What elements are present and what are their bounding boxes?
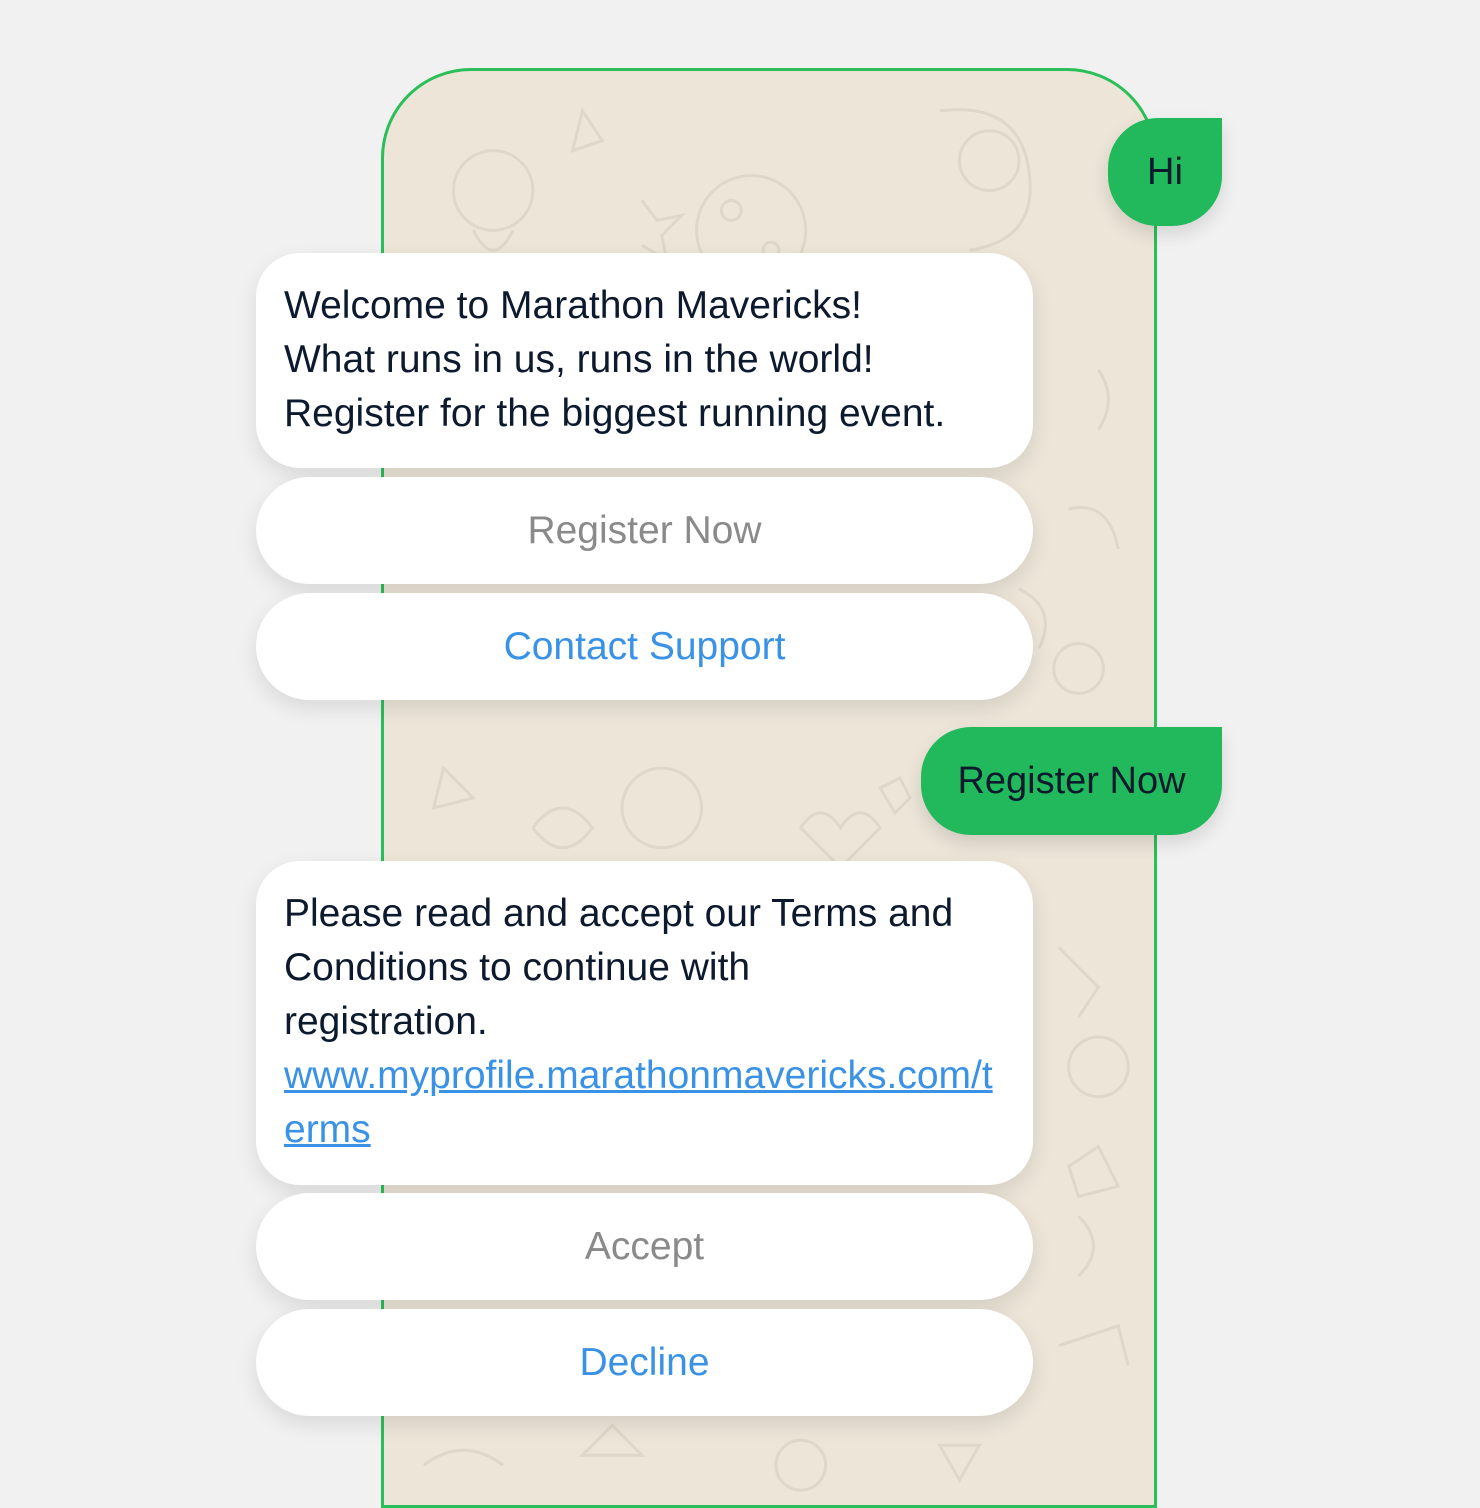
- message-line: Register for the biggest running event.: [284, 392, 946, 435]
- message-line: Welcome to Marathon Mavericks!: [284, 284, 862, 327]
- outgoing-message-register-now: Register Now: [921, 727, 1222, 835]
- message-line: registration.: [284, 1000, 488, 1043]
- message-line: Conditions to continue with: [284, 946, 751, 989]
- incoming-message-welcome: Welcome to Marathon Mavericks! What runs…: [256, 253, 1033, 468]
- decline-button[interactable]: Decline: [256, 1309, 1033, 1416]
- outgoing-message-hi: Hi: [1108, 118, 1222, 226]
- message-text: Register Now: [957, 759, 1186, 802]
- terms-link[interactable]: www.myprofile.marathonmavericks.com/term…: [284, 1049, 1005, 1157]
- message-line: Please read and accept our Terms and: [284, 892, 954, 935]
- accept-button[interactable]: Accept: [256, 1193, 1033, 1300]
- register-now-button[interactable]: Register Now: [256, 477, 1033, 584]
- message-line: What runs in us, runs in the world!: [284, 338, 874, 381]
- message-text: Hi: [1147, 150, 1183, 193]
- contact-support-button[interactable]: Contact Support: [256, 593, 1033, 700]
- incoming-message-terms: Please read and accept our Terms and Con…: [256, 861, 1033, 1185]
